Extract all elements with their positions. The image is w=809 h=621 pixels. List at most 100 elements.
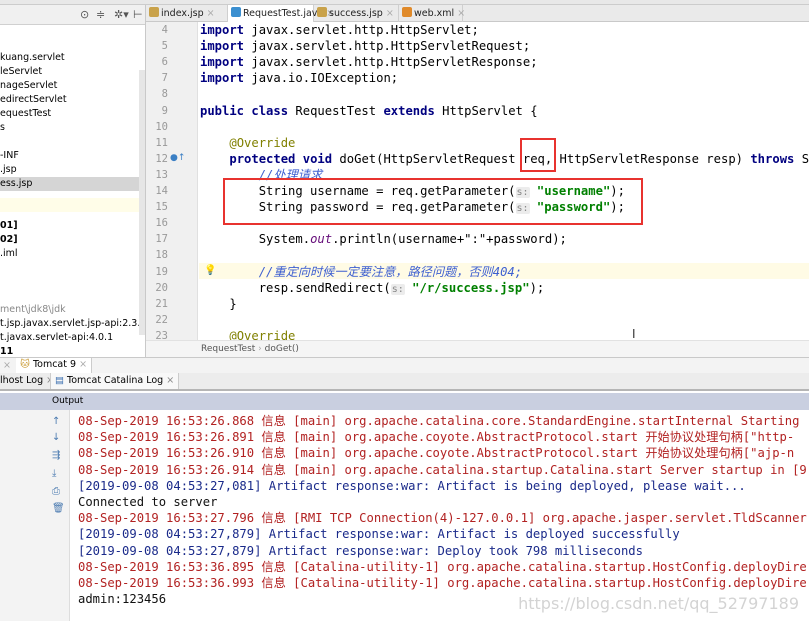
tab-tomcat-catalina-log[interactable]: ▤ Tomcat Catalina Log × <box>50 373 180 389</box>
log-line: Connected to server <box>78 495 218 509</box>
output-header: Output <box>0 393 809 410</box>
tree-item[interactable]: t.jsp.javax.servlet.jsp-api:2.3.3 <box>0 317 145 331</box>
tree-item[interactable]: edirectServlet <box>0 93 145 107</box>
hide-panel-icon[interactable]: ⊢ <box>133 8 143 21</box>
close-icon[interactable]: × <box>3 360 11 371</box>
locate-icon[interactable]: ⊙ <box>80 8 89 21</box>
code-token: javax.servlet.http.HttpServlet; <box>251 23 479 37</box>
tab-success-jsp[interactable]: success.jsp × <box>314 5 399 22</box>
code-token: @Override <box>229 328 296 340</box>
tab-tomcat-9[interactable]: 🐱 Tomcat 9 × <box>16 358 93 373</box>
tree-item[interactable]: nageServlet <box>0 79 145 93</box>
tree-item[interactable]: equestTest <box>0 107 145 121</box>
log-line: [2019-09-08 04:53:27,081] Artifact respo… <box>78 478 746 493</box>
tree-item[interactable]: -INF <box>0 149 145 163</box>
console-toolbar: ↑ ↓ ⇶ ⤓ ⎙ 🗑 <box>0 410 70 621</box>
line-number: 4 <box>161 24 168 36</box>
parameter-hint: s: <box>390 283 405 295</box>
tab-localhost-log[interactable]: lhost Log × <box>0 375 54 386</box>
code-line: } <box>200 296 236 312</box>
gear-icon[interactable]: ✲▾ <box>114 8 129 21</box>
close-icon[interactable]: × <box>386 8 394 19</box>
scroll-to-end-icon[interactable]: ⤓ <box>52 468 56 479</box>
tree-item[interactable]: 01] <box>0 219 145 233</box>
line-number: 19 <box>155 265 168 278</box>
code-token: resp.sendRedirect( <box>200 280 391 295</box>
log-line: 08-Sep-2019 16:53:26.910 信息 [main] org.a… <box>78 446 795 461</box>
tomcat-icon: 🐱 <box>20 359 30 370</box>
highlight-box-getparameter <box>223 178 643 225</box>
scroll-up-icon[interactable]: ↑ <box>52 416 60 427</box>
tree-item[interactable]: .iml <box>0 247 145 261</box>
log-line: 08-Sep-2019 16:53:26.868 信息 [main] org.a… <box>78 414 800 428</box>
output-label: Output <box>52 396 84 406</box>
sidebar-toolbar: ⊙ ≑ ✲▾ ⊢ <box>0 5 145 25</box>
log-tabs: lhost Log × ▤ Tomcat Catalina Log × <box>0 373 809 391</box>
watermark: https://blog.csdn.net/qq_52797189 <box>518 594 799 613</box>
code-token: javax.servlet.http.HttpServletResponse; <box>251 55 538 70</box>
log-line: 08-Sep-2019 16:53:27.796 信息 [RMI TCP Con… <box>78 511 807 526</box>
tree-item[interactable] <box>0 289 145 303</box>
code-token: S <box>794 151 809 166</box>
code-token: "/r/success.jsp" <box>412 280 530 295</box>
tab-web-xml[interactable]: web.xml × <box>399 5 465 22</box>
tree-item[interactable]: .jsp <box>0 163 145 177</box>
line-number: 12 <box>155 152 168 165</box>
code-line: import javax.servlet.http.HttpServletRes… <box>200 54 538 70</box>
tab-label: success.jsp <box>329 8 383 19</box>
code-token: import <box>200 39 245 54</box>
run-tabs: × 🐱 Tomcat 9 × <box>0 357 809 373</box>
tree-item[interactable]: 11 <box>0 345 145 357</box>
tab-index-jsp[interactable]: index.jsp × <box>146 5 228 22</box>
log-line: 08-Sep-2019 16:53:36.895 信息 [Catalina-ut… <box>78 559 807 574</box>
close-icon[interactable]: × <box>207 8 215 19</box>
code-line: protected void doGet(HttpServletRequest … <box>200 151 809 167</box>
tree-item[interactable]: t.javax.servlet-api:4.0.1 <box>0 331 145 345</box>
log-line: [2019-09-08 04:53:27,879] Artifact respo… <box>78 527 680 542</box>
editor-tabs: index.jsp × RequestTest.java × success.jsp × w… <box>146 5 809 22</box>
tree-item[interactable]: kuang.servlet <box>0 51 145 65</box>
java-class-icon <box>231 7 241 17</box>
collapse-icon[interactable]: ≑ <box>96 8 105 21</box>
tab-label: web.xml <box>414 8 455 19</box>
clear-all-icon[interactable]: 🗑 <box>52 503 65 514</box>
close-icon[interactable]: × <box>457 8 465 19</box>
soft-wrap-icon[interactable]: ⇶ <box>52 450 60 461</box>
code-line: resp.sendRedirect(s: "/r/success.jsp"); <box>200 280 544 296</box>
scroll-down-icon[interactable]: ↓ <box>52 432 60 443</box>
code-token: public class <box>200 103 289 118</box>
log-line: 08-Sep-2019 16:53:26.891 信息 [main] org.a… <box>78 430 795 445</box>
code-line: import javax.servlet.http.HttpServlet; <box>200 22 479 38</box>
tab-label: RequestTest.java <box>243 8 324 19</box>
tree-item[interactable]: s <box>0 121 145 135</box>
tree-item[interactable] <box>0 205 145 219</box>
close-icon[interactable]: × <box>79 359 87 370</box>
tree-item[interactable]: leServlet <box>0 65 145 79</box>
jsp-file-icon <box>149 7 159 17</box>
line-gutter: 4 5 6 7 8 9 10 11 12 13 14 15 16 17 18 19 20 21 22 23 <box>146 22 198 340</box>
tree-item[interactable] <box>0 135 145 149</box>
tab-label: Tomcat 9 <box>32 359 77 370</box>
line-number: 5 <box>161 40 168 53</box>
code-token: extends <box>383 103 435 118</box>
line-number: 18 <box>155 249 168 262</box>
override-marker-icon[interactable]: ●↑ <box>170 153 185 163</box>
tab-requesttest-java[interactable]: RequestTest.java × <box>228 5 334 22</box>
line-number: 13 <box>155 168 168 181</box>
tree-item[interactable] <box>0 261 145 275</box>
line-number: 7 <box>161 72 168 85</box>
tree-item[interactable]: 02] <box>0 233 145 247</box>
log-icon: ▤ <box>55 375 64 386</box>
console-output[interactable]: ↑ ↓ ⇶ ⤓ ⎙ 🗑 08-Sep-2019 16:53:26.868 信息 … <box>0 410 809 621</box>
code-line: import javax.servlet.http.HttpServletReq… <box>200 38 530 54</box>
tree-item[interactable]: ess.jsp <box>0 177 145 191</box>
tree-item[interactable] <box>0 191 145 205</box>
code-editor[interactable]: 4 5 6 7 8 9 10 11 12 13 14 15 16 17 18 19 20 21 22 23 ●↑ 💡 … <box>146 22 809 340</box>
sidebar-scrollbar[interactable] <box>139 70 145 335</box>
breadcrumb-class[interactable]: RequestTest <box>201 344 255 354</box>
line-number: 17 <box>155 233 168 246</box>
tree-item[interactable] <box>0 275 145 289</box>
print-icon[interactable]: ⎙ <box>52 486 60 497</box>
breadcrumb-method[interactable]: doGet() <box>265 344 299 354</box>
tree-item[interactable]: ment\jdk8\jdk <box>0 303 145 317</box>
